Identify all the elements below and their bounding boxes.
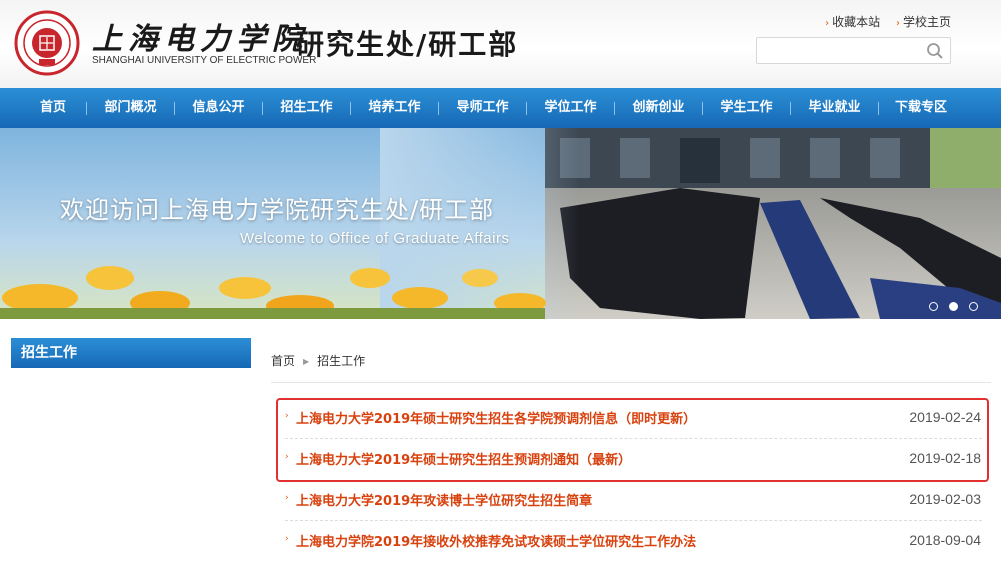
article-title[interactable]: 上海电力大学2019年硕士研究生招生各学院预调剂信息（即时更新） [296, 408, 696, 427]
article-date: 2019-02-18 [909, 450, 981, 466]
school-name-en: SHANGHAI UNIVERSITY OF ELECTRIC POWER [92, 55, 317, 66]
carousel-dot-1[interactable] [929, 302, 938, 311]
nav-item-supervisors[interactable]: 导师工作 [439, 88, 526, 128]
top-links: › 收藏本站 › 学校主页 [813, 13, 951, 30]
department-title: 研究生处/研工部 [296, 28, 519, 61]
article-date: 2019-02-03 [909, 491, 981, 507]
article-row[interactable]: › 上海电力大学2019年硕士研究生招生预调剂通知（最新） 2019-02-18 [285, 439, 982, 480]
article-title[interactable]: 上海电力学院2019年接收外校推荐免试攻读硕士学位研究生工作办法 [296, 531, 696, 550]
nav-item-degrees[interactable]: 学位工作 [527, 88, 614, 128]
article-row[interactable]: › 上海电力大学2019年攻读博士学位研究生招生简章 2019-02-03 [285, 480, 982, 521]
breadcrumb-home[interactable]: 首页 [271, 354, 295, 368]
article-row[interactable]: › 上海电力学院2019年接收外校推荐免试攻读硕士学位研究生工作办法 2018-… [285, 521, 982, 562]
article-title[interactable]: 上海电力大学2019年攻读博士学位研究生招生简章 [296, 490, 592, 509]
banner-title-cn: 欢迎访问上海电力学院研究生处/研工部 [60, 196, 495, 224]
school-homepage-link-label: 学校主页 [902, 15, 951, 29]
search-input[interactable] [763, 42, 923, 60]
nav-item-admissions[interactable]: 招生工作 [263, 88, 350, 128]
article-date: 2019-02-24 [909, 409, 981, 425]
nav-item-downloads[interactable]: 下载专区 [879, 88, 963, 128]
sidebar-title: 招生工作 [11, 338, 251, 368]
bookmark-link[interactable]: › 收藏本站 [825, 15, 880, 29]
carousel-dot-3[interactable] [969, 302, 978, 311]
article-row[interactable]: › 上海电力大学2019年硕士研究生招生各学院预调剂信息（即时更新） 2019-… [285, 398, 982, 439]
university-seal-logo [14, 10, 80, 76]
nav-item-employment[interactable]: 毕业就业 [791, 88, 878, 128]
nav-item-about[interactable]: 部门概况 [87, 88, 174, 128]
bullet-icon: › [285, 411, 289, 421]
bullet-icon: › [285, 534, 289, 544]
school-name-cn: 上海电力学院 [92, 22, 308, 57]
breadcrumb: 首页 ▶ 招生工作 [271, 352, 365, 369]
nav-item-home[interactable]: 首页 [20, 88, 86, 128]
search-box [756, 37, 951, 64]
bullet-icon: › [285, 493, 289, 503]
triangle-icon: › [895, 18, 900, 29]
breadcrumb-separator-icon: ▶ [303, 357, 310, 366]
nav-item-students[interactable]: 学生工作 [703, 88, 790, 128]
nav-item-training[interactable]: 培养工作 [351, 88, 438, 128]
article-date: 2018-09-04 [909, 532, 981, 548]
school-homepage-link[interactable]: › 学校主页 [896, 15, 951, 29]
banner-title-en: Welcome to Office of Graduate Affairs [240, 230, 510, 247]
hero-banner: 欢迎访问上海电力学院研究生处/研工部 Welcome to Office of … [0, 128, 1001, 319]
carousel-dot-2[interactable] [949, 302, 958, 311]
bookmark-link-label: 收藏本站 [832, 15, 881, 29]
nav-item-innovation[interactable]: 创新创业 [615, 88, 702, 128]
bullet-icon: › [285, 452, 289, 462]
site-header: 上海电力学院 SHANGHAI UNIVERSITY OF ELECTRIC P… [0, 0, 1001, 88]
breadcrumb-current[interactable]: 招生工作 [317, 354, 365, 368]
main-nav: 首页 部门概况 信息公开 招生工作 培养工作 导师工作 学位工作 创新创业 学生… [0, 88, 1001, 128]
divider [271, 382, 991, 383]
nav-item-info[interactable]: 信息公开 [175, 88, 262, 128]
search-icon[interactable] [926, 42, 944, 60]
article-title[interactable]: 上海电力大学2019年硕士研究生招生预调剂通知（最新） [296, 449, 631, 468]
triangle-icon: › [825, 18, 830, 29]
